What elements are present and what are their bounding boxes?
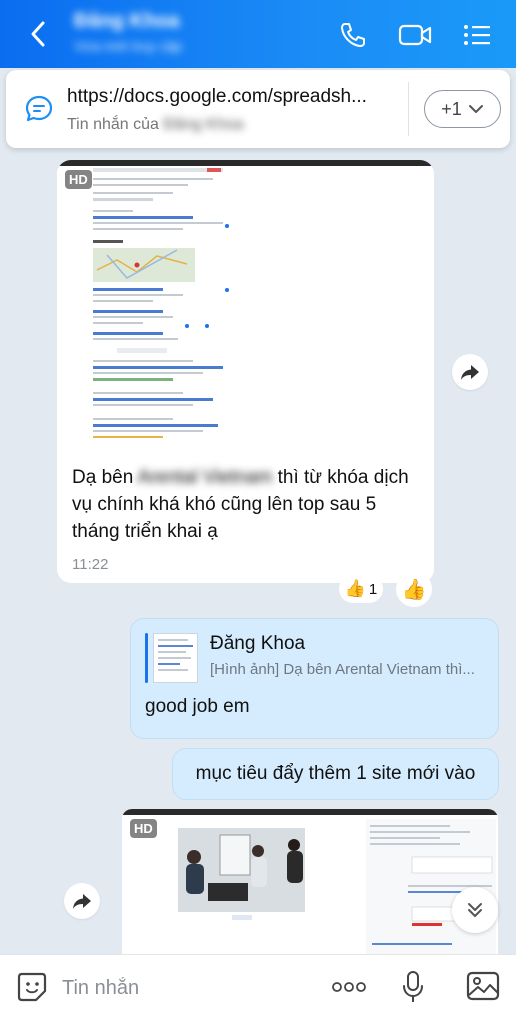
contact-status: Vừa mới truy cập [74,38,183,54]
back-button[interactable] [22,18,54,50]
more-options-button[interactable] [330,971,368,1003]
hd-badge: HD [65,170,92,189]
chat-header: Đăng Khoa Vừa mới truy cập [0,0,516,68]
quote-thumbnail [153,633,198,683]
share-arrow-icon [73,894,91,909]
voice-message-button[interactable] [398,967,428,1007]
video-call-button[interactable] [396,18,434,52]
more-pinned-button[interactable]: +1 [424,90,501,128]
chat-options-button[interactable] [460,18,494,52]
message-input[interactable] [62,973,302,1003]
forward-button[interactable] [452,354,488,390]
message-time: 11:22 [72,556,109,573]
pinned-sender-prefix: Tin nhắn của [67,116,164,133]
pinned-sender-name: Đăng Khoa [163,116,244,133]
pinned-link[interactable]: https://docs.google.com/spreadsh... [67,86,389,108]
thumbs-up-icon: 👍 [344,579,366,598]
message-text: Dạ bên Arental Vietnam thì từ khóa dịch … [72,464,428,545]
thumbs-up-icon: 👍 [401,578,427,601]
more-pinned-count: +1 [441,98,462,119]
message-text-part: Dạ bên [72,467,138,488]
list-menu-icon [464,25,490,45]
divider [408,82,409,136]
share-arrow-icon [461,365,479,380]
quote-snippet: [Hình ảnh] Dạ bên Arental Vietnam thì... [210,661,475,678]
video-camera-icon [398,24,432,46]
message-image [122,809,498,955]
phone-icon [341,23,365,47]
reaction-summary[interactable]: 👍 1 [339,575,383,603]
double-chevron-down-icon [468,903,482,917]
chevron-left-icon [31,21,45,47]
reply-text: good job em [145,696,250,717]
image-gallery-icon [466,971,500,1001]
message-image[interactable]: HD [57,160,434,452]
microphone-icon [403,971,423,1002]
incoming-message[interactable]: HD Dạ bên Arental Vietnam thì từ khóa dị… [57,160,434,583]
outgoing-reply-message[interactable]: Đăng Khoa [Hình ảnh] Dạ bên Arental Viet… [130,618,499,739]
message-text-blurred: Arental Vietnam [137,467,273,488]
sticker-button[interactable] [14,969,50,1005]
chat-bubble-icon [24,94,54,129]
search-results-screenshot [57,160,434,438]
quote-bar [145,633,148,683]
outgoing-image-message[interactable]: HD [122,809,498,955]
voice-call-button[interactable] [336,18,370,52]
scroll-to-bottom-button[interactable] [452,887,498,933]
react-button[interactable]: 👍 [396,571,432,607]
reaction-count: 1 [368,580,378,598]
pinned-sender: Tin nhắn của Đăng Khoa [67,116,243,134]
pinned-message-card[interactable]: https://docs.google.com/spreadsh... Tin … [6,70,510,148]
sticker-face-icon [17,972,47,1002]
chevron-down-icon [468,105,483,113]
hd-badge: HD [130,819,157,838]
outgoing-message[interactable]: mục tiêu đẩy thêm 1 site mới vào [172,748,499,800]
photo-button[interactable] [464,969,502,1003]
forward-button[interactable] [64,883,100,919]
message-composer [0,954,516,1024]
more-dots-icon [332,982,366,992]
message-text: mục tiêu đẩy thêm 1 site mới vào [195,763,476,784]
contact-name[interactable]: Đăng Khoa [74,10,180,33]
quote-sender: Đăng Khoa [210,633,306,654]
